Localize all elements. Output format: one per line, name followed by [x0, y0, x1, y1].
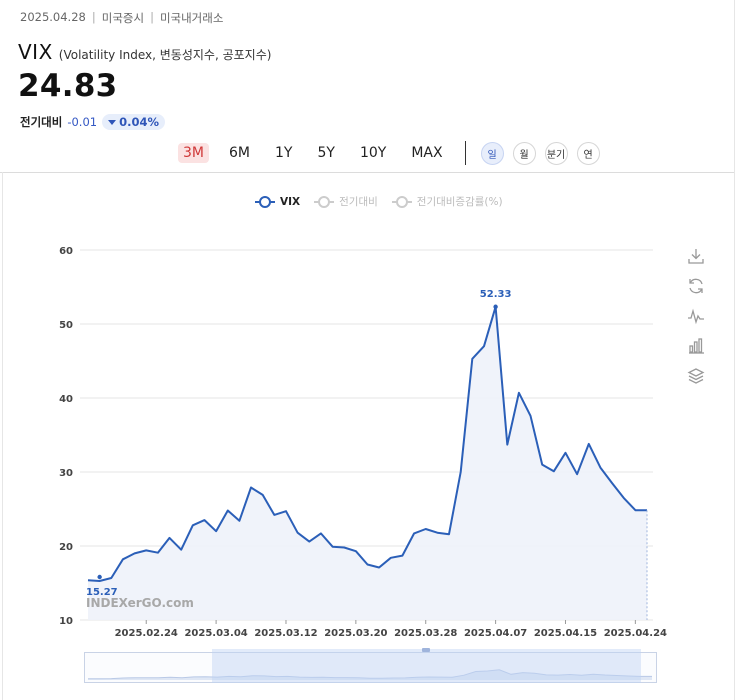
legend-label: VIX [280, 195, 301, 208]
y-tick-label: 30 [59, 468, 73, 479]
current-price: 24.83 [18, 68, 118, 104]
legend-marker-icon [255, 195, 275, 208]
x-tick-label: 2025.04.07 [464, 628, 527, 639]
chart-legend: VIX 전기대비 전기대비증감률(%) [255, 194, 503, 209]
legend-item-change[interactable]: 전기대비 [314, 194, 378, 209]
breadcrumb-item-market[interactable]: 미국증시 [102, 10, 144, 26]
y-tick-label: 40 [59, 394, 73, 405]
y-tick-label: 10 [59, 616, 73, 627]
price-change: 전기대비 -0.01 0.04% [20, 114, 165, 130]
period-selector: 3M 6M 1Y 5Y 10Y MAX 일 월 분기 연 [178, 140, 609, 166]
bar-chart-icon[interactable] [686, 336, 706, 355]
change-value: -0.01 [67, 115, 98, 129]
range-navigator[interactable] [84, 648, 658, 684]
period-button-5y[interactable]: 5Y [312, 143, 339, 163]
change-percent-badge: 0.04% [102, 114, 165, 130]
page-title: VIX (Volatility Index, 변동성지수, 공포지수) [18, 40, 271, 64]
min-point [97, 574, 102, 580]
breadcrumb-separator: | [91, 10, 96, 24]
legend-label: 전기대비증감률(%) [416, 196, 503, 208]
period-button-3m[interactable]: 3M [178, 143, 209, 163]
watermark: INDEXerGO.com [86, 596, 194, 610]
right-border [734, 0, 735, 700]
period-button-10y[interactable]: 10Y [355, 143, 391, 163]
change-label: 전기대비 [20, 115, 63, 129]
change-percent: 0.04% [119, 115, 159, 129]
x-tick-label: 2025.03.12 [254, 628, 317, 639]
breadcrumb-separator: | [150, 10, 154, 24]
period-button-6m[interactable]: 6M [224, 143, 255, 163]
legend-label: 전기대비 [339, 196, 378, 208]
legend-item-change-pct[interactable]: 전기대비증감률(%) [391, 194, 503, 209]
max-point [493, 304, 498, 309]
x-tick-label: 2025.03.04 [184, 628, 247, 639]
y-tick-label: 50 [59, 320, 73, 331]
header-divider [0, 172, 735, 173]
unit-button-day[interactable]: 일 [480, 141, 504, 165]
legend-marker-icon [391, 195, 412, 208]
layers-icon[interactable] [686, 366, 706, 385]
line-chart-icon[interactable] [686, 306, 706, 325]
y-tick-label: 60 [59, 246, 73, 257]
breadcrumb: 2025.04.28 | 미국증시 | 미국내거래소 [20, 10, 223, 26]
unit-button-year[interactable]: 연 [576, 141, 600, 165]
download-icon[interactable] [686, 246, 706, 265]
index-description: (Volatility Index, 변동성지수, 공포지수) [58, 48, 272, 62]
x-tick-label: 2025.03.20 [324, 628, 387, 639]
x-tick-label: 2025.02.24 [115, 628, 178, 639]
navigator-selection[interactable] [212, 649, 641, 683]
period-button-1y[interactable]: 1Y [270, 143, 297, 163]
period-divider [464, 141, 466, 165]
unit-button-month[interactable]: 월 [512, 141, 536, 165]
unit-button-quarter[interactable]: 분기 [544, 141, 568, 165]
breadcrumb-item-exchange[interactable]: 미국내거래소 [160, 10, 223, 26]
refresh-icon[interactable] [686, 276, 706, 295]
x-tick-label: 2025.03.28 [394, 628, 457, 639]
legend-marker-icon [314, 195, 335, 208]
vix-line-chart: 10 20 30 40 50 60 2025.02.24 2025.03.04 2025.03.… [59, 246, 667, 639]
period-button-max[interactable]: MAX [406, 143, 447, 163]
max-value-label: 52.33 [480, 289, 512, 300]
legend-item-vix[interactable]: VIX [255, 194, 300, 209]
quote-header: 2025.04.28 | 미국증시 | 미국내거래소 VIX (Volatili… [0, 0, 752, 172]
navigator-handle[interactable] [422, 648, 430, 652]
series-area [88, 306, 647, 620]
quote-date: 2025.04.28 [20, 10, 86, 24]
x-tick-label: 2025.04.24 [604, 628, 667, 639]
down-triangle-icon [108, 119, 117, 125]
y-tick-label: 20 [59, 542, 73, 553]
chart-toolbar [686, 246, 706, 385]
index-symbol: VIX [18, 40, 53, 64]
x-tick-label: 2025.04.15 [534, 628, 597, 639]
